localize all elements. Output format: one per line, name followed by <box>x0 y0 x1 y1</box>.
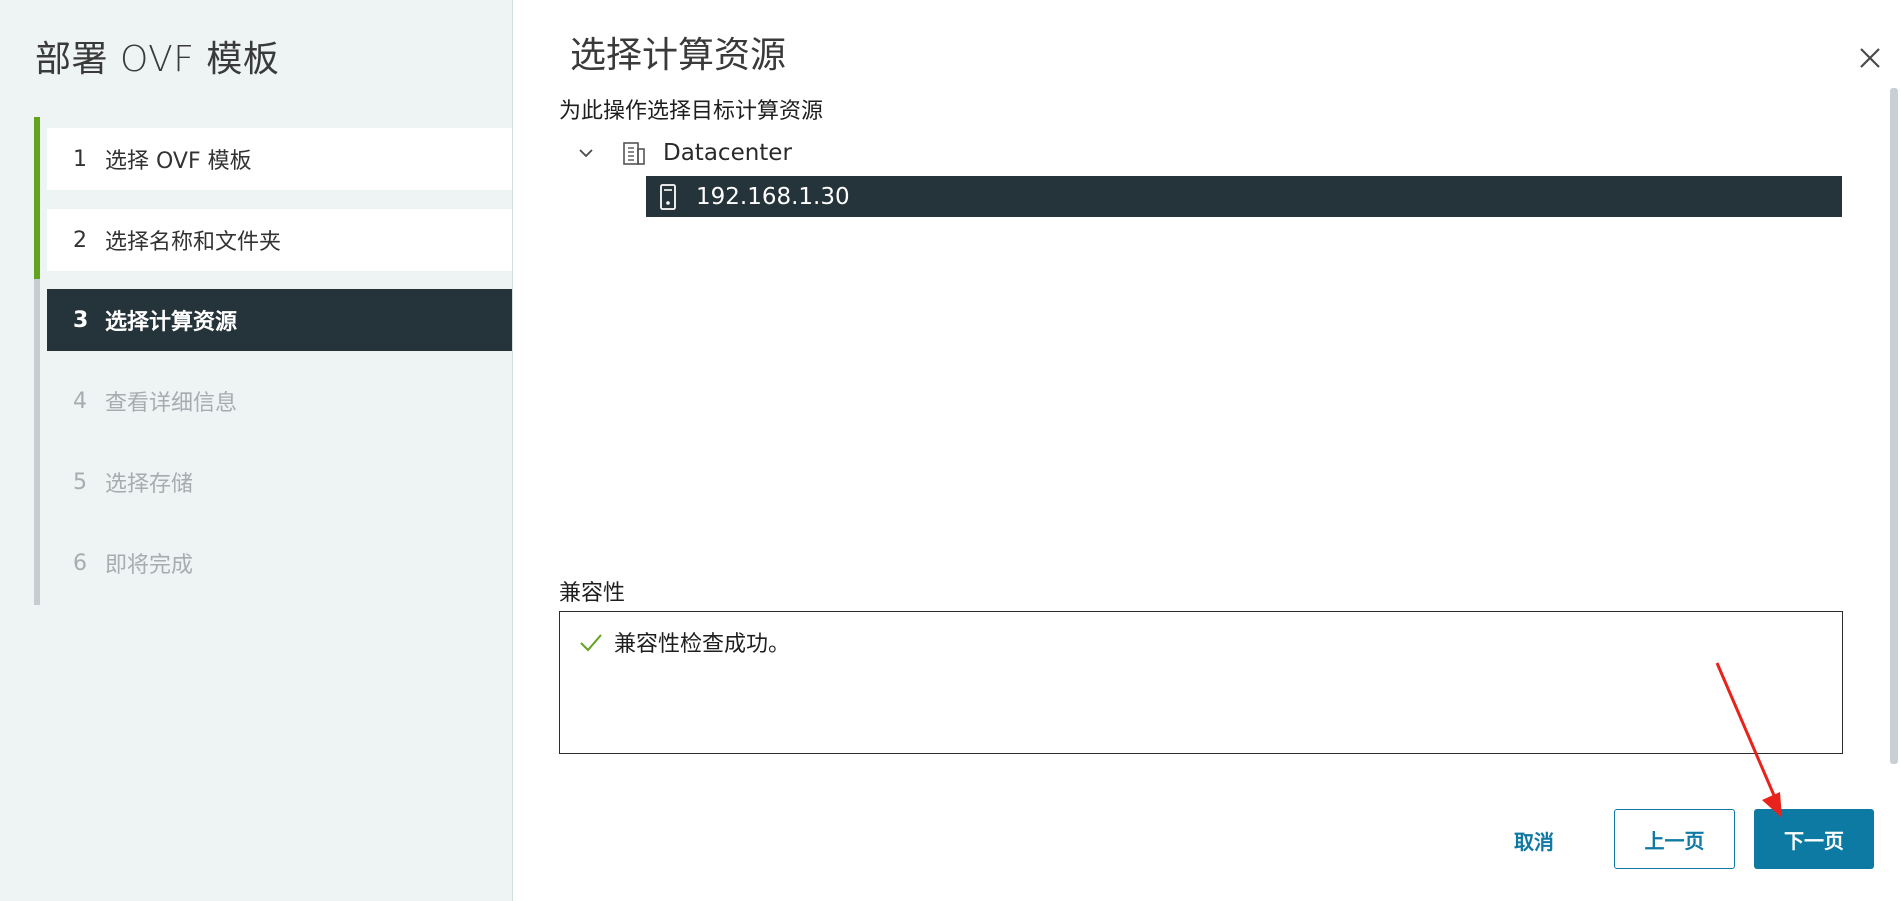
step-number: 4 <box>73 388 87 414</box>
host-icon <box>658 182 678 212</box>
tree-node-host[interactable]: 192.168.1.30 <box>646 176 1842 217</box>
step-label: 选择 OVF 模板 <box>105 149 252 174</box>
close-button[interactable] <box>1852 40 1888 76</box>
compatibility-message: 兼容性检查成功。 <box>578 626 790 658</box>
datacenter-icon <box>621 139 647 167</box>
page-title: 选择计算资源 <box>570 35 787 76</box>
step-label: 选择名称和文件夹 <box>105 230 282 255</box>
steps-progress-done <box>34 117 40 279</box>
next-button[interactable]: 下一页 <box>1754 809 1874 869</box>
step-review-details: 4 查看详细信息 <box>47 370 512 432</box>
host-label: 192.168.1.30 <box>696 183 850 210</box>
deploy-ovf-dialog: 部署 OVF 模板 1 选择 OVF 模板 2 选择名称和文件夹 3 选择计算资… <box>0 0 1901 901</box>
datacenter-label: Datacenter <box>663 140 792 166</box>
compatibility-message-text: 兼容性检查成功。 <box>614 632 791 657</box>
step-label: 选择计算资源 <box>105 310 238 335</box>
compatibility-panel: 兼容性检查成功。 <box>559 611 1843 754</box>
step-number: 3 <box>73 307 89 333</box>
back-button[interactable]: 上一页 <box>1614 809 1735 869</box>
steps-progress-rail <box>34 117 40 605</box>
page-subtitle: 为此操作选择目标计算资源 <box>559 99 824 124</box>
step-number: 6 <box>73 550 87 576</box>
check-icon <box>578 631 604 653</box>
chevron-down-icon[interactable] <box>575 142 597 164</box>
step-label: 查看详细信息 <box>105 391 238 416</box>
wizard-sidebar: 部署 OVF 模板 1 选择 OVF 模板 2 选择名称和文件夹 3 选择计算资… <box>0 0 513 901</box>
step-ready-to-complete: 6 即将完成 <box>47 532 512 594</box>
step-label: 选择存储 <box>105 472 194 497</box>
cancel-button[interactable]: 取消 <box>1484 810 1584 870</box>
step-select-storage: 5 选择存储 <box>47 451 512 513</box>
compatibility-label: 兼容性 <box>559 581 626 606</box>
vertical-scrollbar[interactable] <box>1890 88 1898 764</box>
close-icon <box>1860 48 1880 68</box>
step-select-compute-resource[interactable]: 3 选择计算资源 <box>47 289 512 351</box>
tree-node-datacenter[interactable]: Datacenter <box>575 136 792 170</box>
step-select-name-folder[interactable]: 2 选择名称和文件夹 <box>47 209 512 271</box>
step-label: 即将完成 <box>105 553 194 578</box>
step-number: 2 <box>73 227 87 253</box>
step-select-ovf-template[interactable]: 1 选择 OVF 模板 <box>47 128 512 190</box>
wizard-title: 部署 OVF 模板 <box>35 39 280 80</box>
step-number: 5 <box>73 469 87 495</box>
step-number: 1 <box>73 146 87 172</box>
